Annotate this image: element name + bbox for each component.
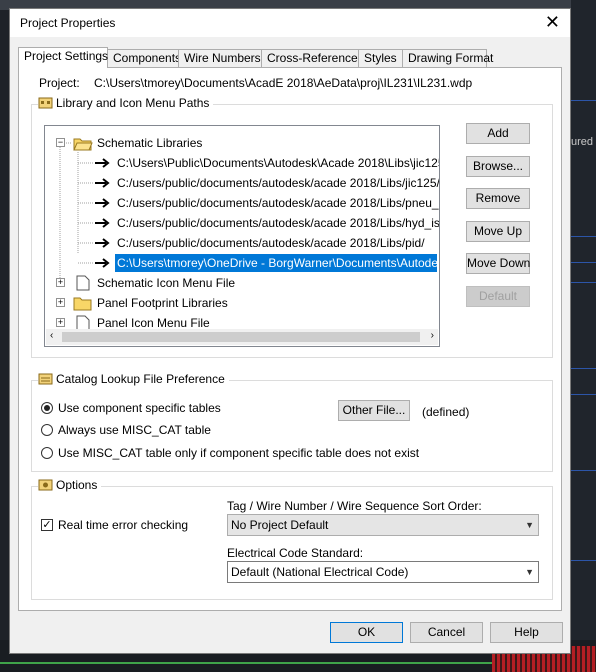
remove-button[interactable]: Remove (466, 188, 530, 209)
arrow-right-icon (95, 258, 110, 268)
option-label: Use component specific tables (58, 401, 221, 415)
tab-drawing-format[interactable]: Drawing Format (402, 49, 493, 67)
add-button[interactable]: Add (466, 123, 530, 144)
open-folder-icon (73, 138, 93, 151)
tab-cross-references[interactable]: Cross-References (261, 49, 364, 67)
arrow-right-icon (95, 158, 110, 168)
tree-item-library-path[interactable]: C:/users/public/documents/autodesk/acade… (45, 214, 440, 232)
tab-label: Drawing Format (408, 51, 494, 65)
tree-item-library-path[interactable]: C:/users/public/documents/autodesk/acade… (45, 194, 440, 212)
tree-item-library-path-selected[interactable]: C:\Users\tmorey\OneDrive - BorgWarner\Do… (45, 254, 437, 272)
library-path-selected: C:\Users\tmorey\OneDrive - BorgWarner\Do… (115, 254, 437, 272)
catalog-group-title: Catalog Lookup File Preference (56, 372, 225, 386)
tab-project-settings[interactable]: Project Settings (18, 47, 108, 68)
folder-icon (73, 297, 92, 311)
options-group: Options ✓ Real time error checking Tag /… (31, 478, 553, 600)
folder-tree-icon (38, 97, 53, 109)
expand-icon[interactable]: + (56, 298, 65, 307)
tab-components[interactable]: Components (107, 49, 182, 67)
project-settings-panel: Project: C:\Users\tmorey\Documents\AcadE… (18, 67, 562, 611)
arrow-right-icon (95, 178, 110, 188)
library-paths-group: Library and Icon Menu Paths − Schematic … (31, 96, 553, 358)
options-group-header: Options (38, 478, 102, 492)
radio-component-specific[interactable] (41, 402, 53, 414)
defined-status: (defined) (422, 405, 470, 419)
electrical-code-dropdown[interactable]: Default (National Electrical Code) ▼ (227, 561, 539, 583)
dialog-titlebar: Project Properties ✕ (10, 9, 570, 37)
file-icon (76, 275, 90, 291)
tree-item-library-path[interactable]: C:\Users\Public\Documents\Autodesk\Acade… (45, 154, 440, 172)
browse-button[interactable]: Browse... (466, 156, 530, 177)
scrollbar-thumb[interactable] (62, 332, 420, 342)
cancel-button[interactable]: Cancel (410, 622, 483, 643)
library-path: C:\Users\Public\Documents\Autodesk\Acade… (117, 156, 440, 170)
arrow-right-icon (95, 198, 110, 208)
dialog-title: Project Properties (20, 16, 116, 30)
library-group-title: Library and Icon Menu Paths (56, 96, 210, 110)
close-icon[interactable]: ✕ (545, 12, 560, 32)
move-up-button[interactable]: Move Up (466, 221, 530, 242)
catalog-lookup-group: Catalog Lookup File Preference Use compo… (31, 372, 553, 472)
sort-order-label: Tag / Wire Number / Wire Sequence Sort O… (227, 499, 482, 513)
tab-styles[interactable]: Styles (358, 49, 403, 67)
project-label: Project: (39, 76, 80, 90)
tree-label-panel-footprint: Panel Footprint Libraries (97, 296, 228, 310)
radio-always-misc-cat[interactable] (41, 424, 53, 436)
ok-button[interactable]: OK (330, 622, 403, 643)
arrow-right-icon (95, 238, 110, 248)
realtime-error-checkbox[interactable]: ✓ (41, 519, 53, 531)
library-tree[interactable]: − Schematic Libraries C:\Users\Public\Do… (44, 125, 440, 347)
options-group-title: Options (56, 478, 98, 492)
move-down-button[interactable]: Move Down (466, 253, 530, 274)
catalog-group-header: Catalog Lookup File Preference (38, 372, 229, 386)
tab-label: Project Settings (24, 49, 109, 63)
tab-label: Styles (364, 51, 397, 65)
tree-label-schematic-libraries: Schematic Libraries (97, 136, 203, 150)
option-label: Always use MISC_CAT table (58, 423, 211, 437)
library-path: C:/users/public/documents/autodesk/acade… (117, 196, 440, 210)
default-button[interactable]: Default (466, 286, 530, 307)
scroll-left-icon[interactable]: ‹ (50, 330, 53, 341)
tree-item-library-path[interactable]: C:/users/public/documents/autodesk/acade… (45, 174, 440, 192)
library-path: C:/users/public/documents/autodesk/acade… (117, 216, 440, 230)
tree-node-schematic-libraries[interactable]: − Schematic Libraries (45, 134, 437, 284)
options-icon (38, 479, 53, 491)
realtime-error-label: Real time error checking (58, 518, 189, 532)
sort-order-dropdown[interactable]: No Project Default ▼ (227, 514, 539, 536)
catalog-icon (38, 373, 53, 385)
other-file-button[interactable]: Other File... (338, 400, 410, 421)
option-label: Use MISC_CAT table only if component spe… (58, 446, 420, 460)
tab-label: Wire Numbers (184, 51, 261, 65)
tree-item-library-path[interactable]: C:/users/public/documents/autodesk/acade… (45, 234, 437, 252)
project-properties-dialog: Project Properties ✕ Project Settings Co… (9, 8, 571, 654)
radio-misc-cat-fallback[interactable] (41, 447, 53, 459)
library-path: C:/users/public/documents/autodesk/acade… (117, 176, 440, 190)
tab-label: Cross-References (267, 51, 364, 65)
tree-node-schematic-icon-menu[interactable]: + Schematic Icon Menu File (45, 274, 437, 292)
collapse-icon[interactable]: − (56, 138, 65, 147)
expand-icon[interactable]: + (56, 318, 65, 327)
tree-label-schematic-icon-menu: Schematic Icon Menu File (97, 276, 236, 290)
horizontal-scrollbar[interactable]: ‹ › (46, 329, 438, 345)
tab-wire-numbers[interactable]: Wire Numbers (178, 49, 262, 67)
tab-label: Components (113, 51, 182, 65)
electrical-code-value: Default (National Electrical Code) (231, 565, 409, 579)
tree-node-panel-footprint[interactable]: + Panel Footprint Libraries (45, 294, 437, 312)
chevron-down-icon: ▼ (525, 567, 534, 577)
electrical-code-label: Electrical Code Standard: (227, 546, 364, 560)
help-button[interactable]: Help (490, 622, 563, 643)
sort-order-value: No Project Default (231, 518, 329, 532)
scroll-right-icon[interactable]: › (431, 330, 434, 341)
chevron-down-icon: ▼ (525, 520, 534, 530)
expand-icon[interactable]: + (56, 278, 65, 287)
background-text: ured (571, 136, 594, 148)
library-group-header: Library and Icon Menu Paths (38, 96, 214, 110)
background-cad-canvas: ured (571, 0, 596, 672)
project-path: C:\Users\tmorey\Documents\AcadE 2018\AeD… (94, 76, 473, 90)
background-green-line (0, 662, 492, 664)
arrow-right-icon (95, 218, 110, 228)
library-path: C:/users/public/documents/autodesk/acade… (117, 236, 425, 250)
